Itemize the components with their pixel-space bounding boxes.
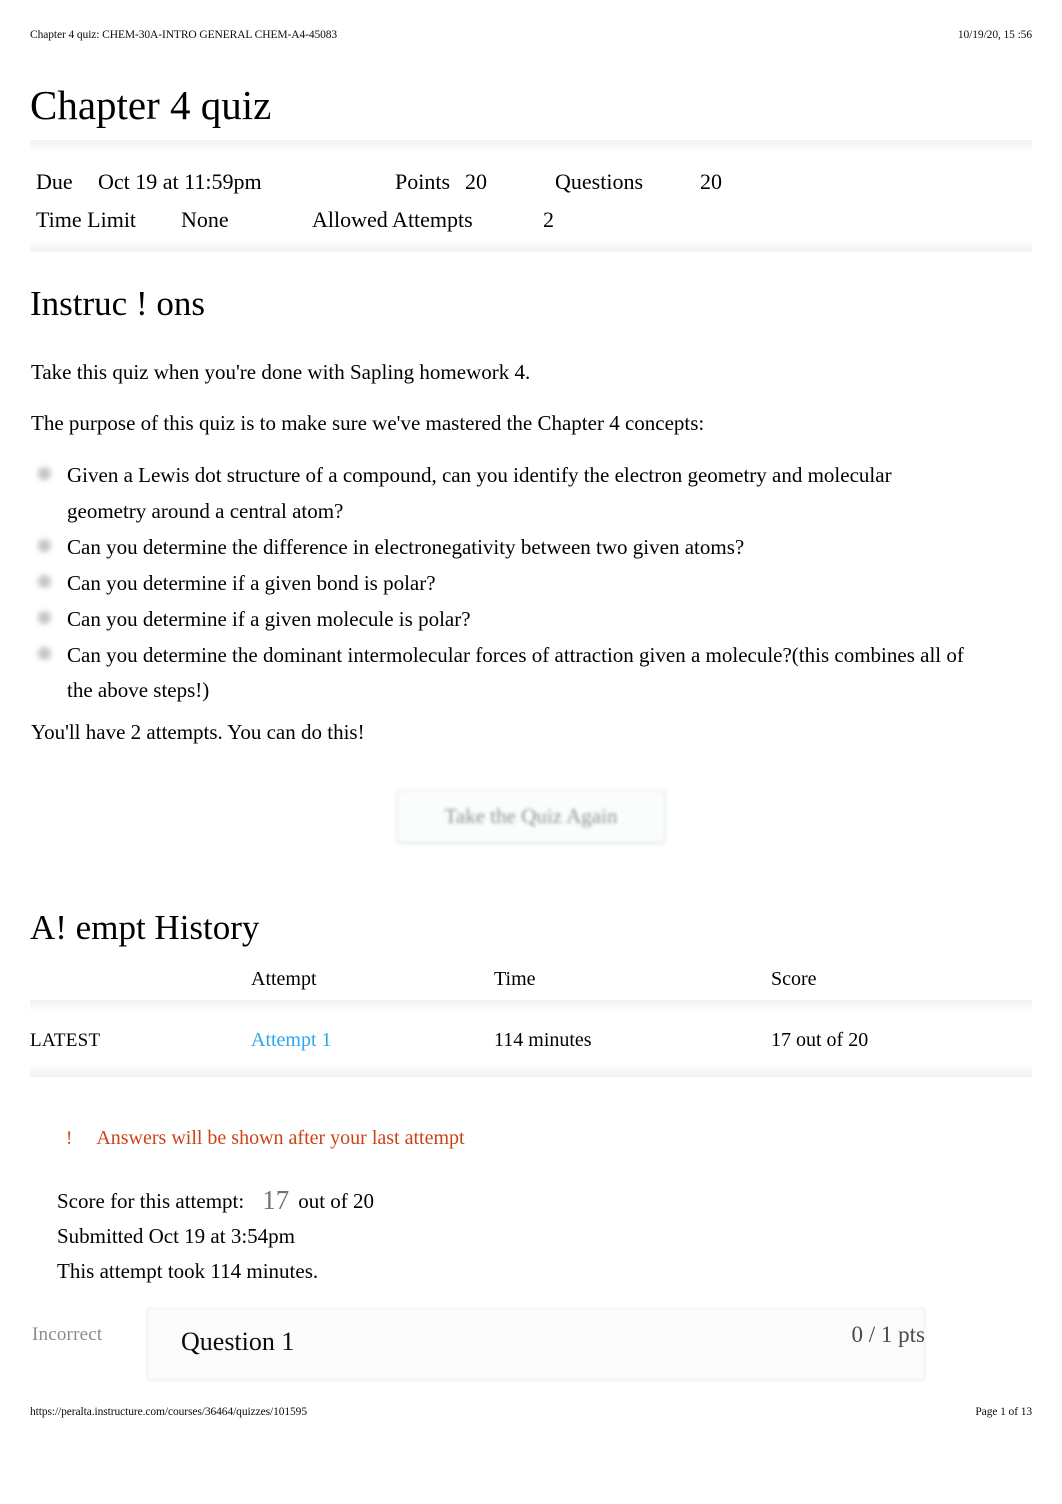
print-header: Chapter 4 quiz: CHEM-30A-INTRO GENERAL C… [0,29,1062,41]
list-item: Can you determine if a given bond is pol… [31,566,971,602]
time-limit-label: Time Limit [36,207,137,232]
instructions-intro-line-2: The purpose of this quiz is to make sure… [31,411,705,435]
instructions-closing-line: You'll have 2 attempts. You can do this! [31,720,365,744]
question-points: 0 / 1 pts [851,1322,925,1347]
quiz-meta: Due Oct 19 at 11:59pm Points 20 Questions 20 … [36,163,740,239]
score-label: Score for this attempt: [57,1189,245,1213]
footer-page-number: Page 1 of 13 [975,1406,1032,1418]
allowed-attempts-value: 2 [543,207,554,232]
list-item-label: Can you determine if a given molecule is… [67,606,471,631]
status-badge: Incorrect [32,1324,103,1345]
list-item: Can you determine the difference in elec… [31,530,971,566]
score-suffix: out of 20 [298,1189,375,1213]
warning-exclamation-icon: ! [66,1128,73,1149]
column-header-attempt: Attempt [251,968,317,990]
warning-text: Answers will be shown after your last at… [96,1127,465,1149]
question-title: Question 1 [181,1327,295,1356]
bullet-dot-icon [38,574,51,588]
questions-value: 20 [700,169,722,194]
list-item: Given a Lewis dot structure of a compoun… [31,458,971,529]
column-header-score: Score [771,968,817,990]
print-footer: https://peralta.instructure.com/courses/… [0,1406,1062,1418]
list-item-label: Can you determine if a given bond is pol… [67,570,436,595]
retake-button-container: Take the Quiz Again [0,790,1062,843]
bullet-dot-icon [38,467,51,480]
list-item-label: Can you determine the difference in elec… [67,534,745,559]
table-row: LATEST Attempt 1 114 minutes 17 out of 2… [30,1013,1032,1070]
time-limit-value: None [181,207,229,232]
points-label: Points [395,169,451,194]
allowed-attempts-label: Allowed Attempts [312,207,473,232]
list-item: Can you determine the dominant intermole… [31,638,971,709]
instructions-heading: Instruc ! ons [30,284,205,323]
attempt-time-cell: 114 minutes [494,1029,592,1051]
table-header-row: Attempt Time Score [30,968,1032,1013]
meta-box-top-shadow [30,140,1032,154]
questions-label: Questions [555,169,643,194]
attempt-1-link[interactable]: Attempt 1 [251,1029,332,1051]
concept-list: Given a Lewis dot structure of a compoun… [31,458,971,709]
due-label: Due [36,169,73,194]
meta-box-bottom-shadow [30,238,1032,252]
column-header-blank [30,968,251,1013]
bullet-dot-icon [38,610,51,624]
latest-badge: LATEST [30,1029,101,1051]
list-item-label: Given a Lewis dot structure of a compoun… [67,463,892,523]
attempt-score-summary: Score for this attempt: 17 out of 20 Submi… [57,1183,374,1289]
points-value: 20 [465,169,487,194]
duration-line: This attempt took 114 minutes. [57,1259,319,1283]
print-header-timestamp: 10/19/20, 15 :56 [957,29,1032,41]
list-item: Can you determine if a given molecule is… [31,602,971,638]
footer-url: https://peralta.instructure.com/courses/… [30,1406,307,1418]
quiz-meta-row-2: Time Limit None Allowed Attempts 2 [36,201,740,239]
score-line: Score for this attempt: 17 out of 20 [57,1183,374,1219]
submitted-line: Submitted Oct 19 at 3:54pm [57,1224,295,1248]
attempt-score-cell: 17 out of 20 [771,1029,869,1051]
attempt-history-heading: A! empt History [30,908,260,947]
attempt-link-cell: Attempt 1 [251,1013,494,1070]
answers-shown-warning: ! Answers will be shown after your last … [66,1127,465,1150]
list-item-label: Can you determine the dominant intermole… [67,642,964,703]
bullet-dot-icon [38,538,51,552]
column-header-time: Time [494,968,536,990]
instructions-intro-line-1: Take this quiz when you're done with Sap… [31,360,531,384]
bullet-dot-icon [38,646,51,660]
page-title: Chapter 4 quiz [30,82,272,128]
quiz-meta-row-1: Due Oct 19 at 11:59pm Points 20 Questions 20 [36,163,740,201]
print-header-title: Chapter 4 quiz: CHEM-30A-INTRO GENERAL C… [30,29,338,41]
attempt-history-table: Attempt Time Score LATEST Attempt 1 114 … [30,968,1032,1070]
take-quiz-again-button[interactable]: Take the Quiz Again [397,790,665,843]
due-value: Oct 19 at 11:59pm [98,169,262,194]
score-value: 17 [262,1185,290,1215]
